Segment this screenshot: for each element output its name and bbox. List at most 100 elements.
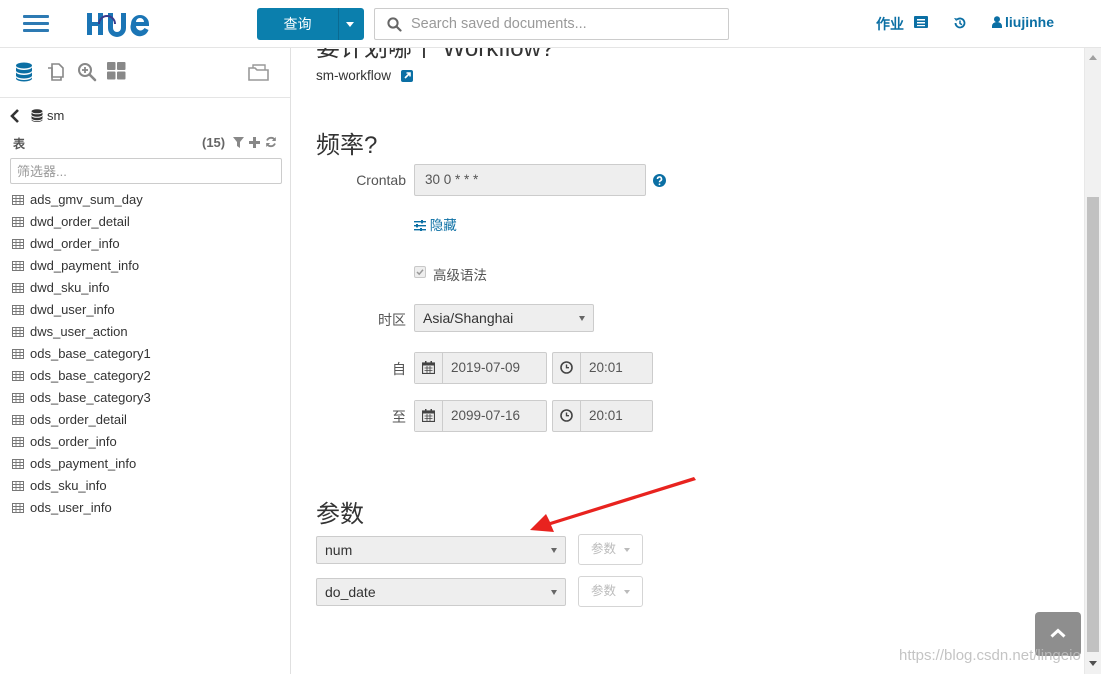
calendar-icon: [422, 409, 435, 422]
table-name: dws_user_action: [30, 324, 128, 339]
param-select[interactable]: do_date: [316, 578, 566, 606]
history-icon[interactable]: [953, 16, 967, 30]
dashboard-icon[interactable]: [107, 62, 126, 80]
scroll-down-arrow-icon[interactable]: [1089, 661, 1097, 666]
table-filter-input[interactable]: [11, 159, 281, 183]
tables-count: (15): [202, 135, 226, 150]
advanced-syntax-checkbox[interactable]: [414, 266, 426, 278]
table-icon: [12, 305, 24, 315]
table-filter-box[interactable]: [10, 158, 282, 184]
table-name: ods_base_category1: [30, 346, 151, 361]
database-name: sm: [47, 108, 65, 123]
advanced-syntax-label: 高级语法: [433, 268, 487, 283]
database-icon[interactable]: [15, 62, 33, 82]
search-box[interactable]: [374, 8, 729, 40]
params-title: 参数: [316, 501, 364, 528]
table-name: dwd_order_detail: [30, 214, 130, 229]
scrollbar-thumb[interactable]: [1087, 197, 1099, 652]
chevron-down-icon: [551, 548, 557, 553]
table-list-item[interactable]: dwd_order_detail: [12, 211, 282, 233]
top-navbar: 查询 作业 liujinhe: [0, 0, 1101, 48]
table-icon: [12, 437, 24, 447]
filter-icon[interactable]: [233, 137, 244, 148]
query-button-label: 查询: [283, 16, 312, 32]
external-link-icon[interactable]: [401, 70, 413, 82]
end-time-input[interactable]: 20:01: [552, 400, 653, 432]
start-date-value: 2019-07-09: [451, 360, 521, 375]
table-list-item[interactable]: ods_base_category3: [12, 387, 282, 409]
documents-icon[interactable]: [46, 62, 66, 82]
button-divider: [338, 8, 339, 40]
table-icon: [12, 349, 24, 359]
timezone-select[interactable]: Asia/Shanghai: [414, 304, 594, 332]
table-list-item[interactable]: ods_order_detail: [12, 409, 282, 431]
table-list-item[interactable]: dwd_sku_info: [12, 277, 282, 299]
jobs-link[interactable]: 作业: [876, 14, 904, 34]
username: liujinhe: [1005, 14, 1054, 30]
table-list-item[interactable]: dwd_user_info: [12, 299, 282, 321]
user-icon: [992, 16, 1002, 28]
table-icon: [12, 371, 24, 381]
main-content: 要计划哪个 Workflow? sm-workflow 频率? Crontab …: [292, 48, 1084, 674]
table-name: ods_order_detail: [30, 412, 127, 427]
table-list-item[interactable]: ods_payment_info: [12, 453, 282, 475]
table-name: ods_base_category2: [30, 368, 151, 383]
start-date-input[interactable]: 2019-07-09: [414, 352, 547, 384]
table-list-item[interactable]: ods_order_info: [12, 431, 282, 453]
start-time-value: 20:01: [589, 360, 623, 375]
annotation-arrow: [530, 477, 696, 532]
jobs-list-icon[interactable]: [914, 16, 928, 28]
timezone-label: 时区: [378, 312, 406, 328]
help-icon[interactable]: [653, 174, 666, 187]
chevron-down-icon[interactable]: [346, 22, 354, 27]
sliders-icon: [414, 220, 426, 231]
chevron-down-icon: [551, 590, 557, 595]
search-input[interactable]: [409, 9, 724, 39]
table-list-item[interactable]: ads_gmv_sum_day: [12, 189, 282, 211]
end-date-value: 2099-07-16: [451, 408, 521, 423]
table-list: ads_gmv_sum_day dwd_order_detail dwd_order…: [12, 189, 282, 519]
workflow-link[interactable]: sm-workflow: [316, 68, 391, 83]
end-date-input[interactable]: 2099-07-16: [414, 400, 547, 432]
table-icon: [12, 239, 24, 249]
table-icon: [12, 195, 24, 205]
frequency-title: 频率?: [316, 132, 378, 159]
chevron-left-icon[interactable]: [10, 109, 20, 123]
table-name: ods_payment_info: [30, 456, 137, 471]
table-list-item[interactable]: dws_user_action: [12, 321, 282, 343]
table-icon: [12, 481, 24, 491]
crontab-input[interactable]: 30 0 * * *: [414, 164, 646, 196]
chevron-down-icon: [624, 590, 630, 594]
table-list-item[interactable]: dwd_order_info: [12, 233, 282, 255]
table-name: ods_order_info: [30, 434, 117, 449]
plus-icon[interactable]: [249, 137, 260, 148]
tables-header: 表 (15): [13, 135, 279, 153]
scroll-up-arrow-icon[interactable]: [1089, 55, 1097, 60]
table-name: ods_base_category3: [30, 390, 151, 405]
param-dropdown-button[interactable]: 参数: [578, 576, 643, 607]
table-list-item[interactable]: ods_base_category1: [12, 343, 282, 365]
clock-icon: [560, 409, 573, 422]
clock-addon: [553, 353, 581, 383]
hamburger-icon[interactable]: [23, 13, 49, 35]
table-list-item[interactable]: ods_base_category2: [12, 365, 282, 387]
folder-icon[interactable]: [248, 62, 270, 82]
refresh-icon[interactable]: [265, 136, 277, 148]
vertical-scrollbar[interactable]: [1084, 48, 1101, 674]
table-list-item[interactable]: ods_sku_info: [12, 475, 282, 497]
table-list-item[interactable]: dwd_payment_info: [12, 255, 282, 277]
watermark-text: https://blog.csdn.net/lingeio: [899, 647, 1081, 664]
hue-logo[interactable]: [84, 8, 184, 40]
table-name: ads_gmv_sum_day: [30, 192, 143, 207]
hide-advanced-link[interactable]: 隐藏: [414, 214, 457, 234]
table-name: ods_user_info: [30, 500, 112, 515]
param-button-label: 参数: [591, 584, 617, 598]
start-date-label: 自: [392, 361, 406, 377]
table-list-item[interactable]: ods_user_info: [12, 497, 282, 519]
start-time-input[interactable]: 20:01: [552, 352, 653, 384]
search-plus-icon[interactable]: [77, 62, 97, 82]
chevron-down-icon: [624, 548, 630, 552]
timezone-value: Asia/Shanghai: [423, 310, 514, 326]
database-icon: [31, 109, 43, 122]
query-button[interactable]: 查询: [257, 8, 364, 40]
